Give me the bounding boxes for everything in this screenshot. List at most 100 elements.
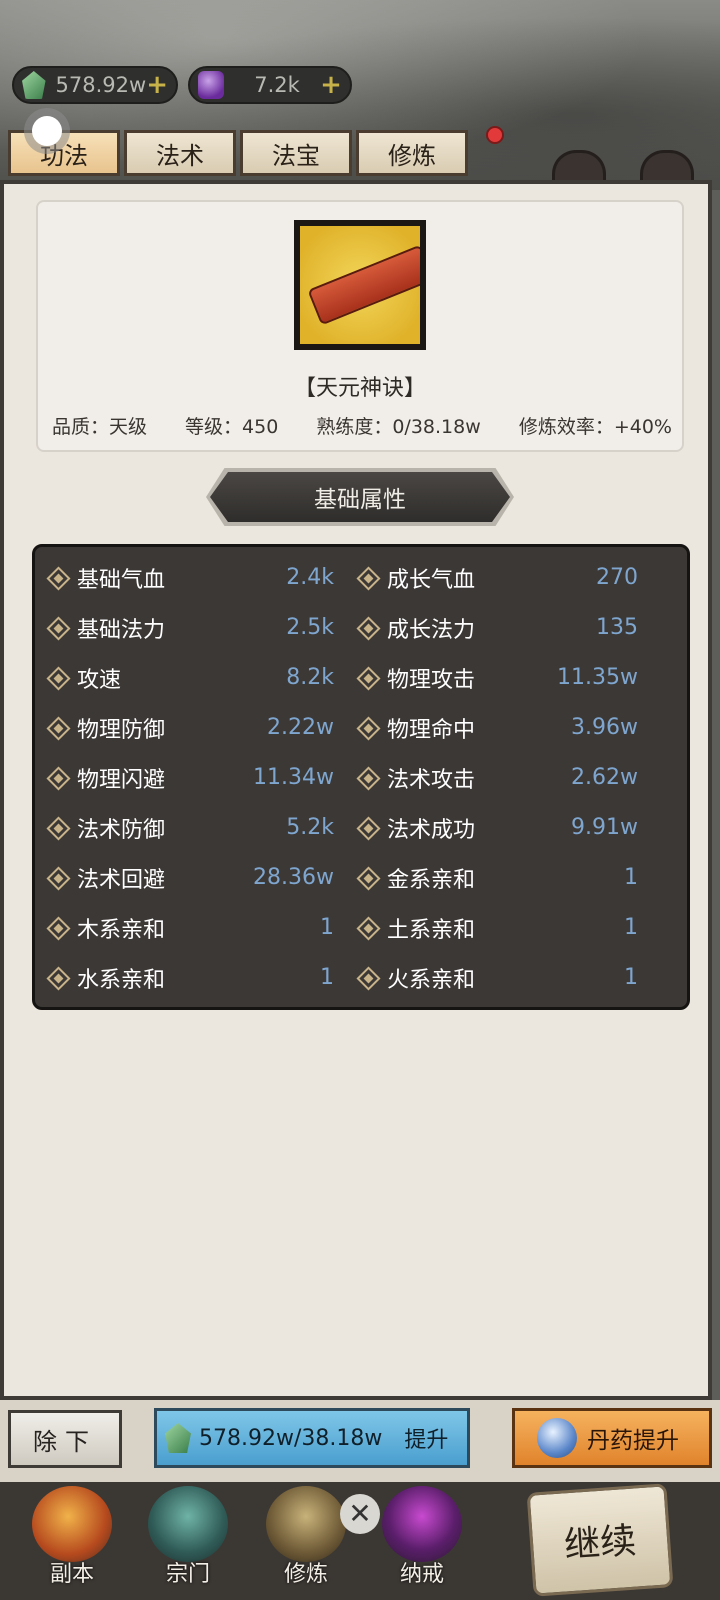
attribute-label: 成长法力 bbox=[387, 618, 476, 643]
technique-scroll-icon[interactable] bbox=[294, 220, 426, 350]
attribute-right: 物理攻击 bbox=[356, 660, 475, 696]
attribute-right: 土系亲和 bbox=[356, 910, 475, 946]
diamond-icon bbox=[356, 665, 381, 691]
tab-gongfa[interactable]: 功法 bbox=[8, 130, 120, 176]
attribute-value: 3.96w bbox=[571, 715, 638, 740]
globe-pill-icon bbox=[537, 1418, 577, 1458]
attribute-left: 法术防御 bbox=[46, 810, 165, 846]
jade-currency[interactable]: 578.92w + bbox=[12, 66, 178, 104]
attribute-left: 水系亲和 bbox=[46, 960, 165, 996]
attribute-value: 2.4k bbox=[286, 565, 334, 590]
nav-dungeon[interactable]: 副本 bbox=[22, 1486, 122, 1592]
diamond-icon bbox=[356, 815, 381, 841]
attribute-label: 法术回避 bbox=[77, 868, 166, 893]
purple-gem-icon bbox=[198, 71, 224, 99]
tab-bar: 功法 法术 法宝 修炼 bbox=[8, 130, 468, 176]
diamond-icon bbox=[356, 565, 381, 591]
pill-upgrade-label: 丹药提升 bbox=[587, 1428, 679, 1454]
diamond-icon bbox=[46, 615, 71, 641]
attribute-left: 物理闪避 bbox=[46, 760, 165, 796]
attribute-left: 基础法力 bbox=[46, 610, 165, 646]
jade-icon bbox=[165, 1423, 191, 1453]
section-title: 基础属性 bbox=[210, 472, 510, 522]
diamond-icon bbox=[46, 915, 71, 941]
attribute-label: 物理闪避 bbox=[77, 768, 166, 793]
attribute-right: 金系亲和 bbox=[356, 860, 475, 896]
attribute-label: 水系亲和 bbox=[77, 968, 166, 993]
attribute-left: 法术回避 bbox=[46, 860, 165, 896]
upgrade-cost: 578.92w/38.18w bbox=[199, 1425, 383, 1451]
tab-xiulian[interactable]: 修炼 bbox=[356, 130, 468, 176]
attribute-row: 法术回避 28.36w 金系亲和 1 bbox=[32, 860, 690, 896]
upgrade-label: 提升 bbox=[404, 1428, 449, 1453]
attribute-value: 1 bbox=[624, 915, 638, 940]
attribute-row: 法术防御 5.2k 法术成功 9.91w bbox=[32, 810, 690, 846]
attribute-right: 成长气血 bbox=[356, 560, 475, 596]
upgrade-button[interactable]: 578.92w/38.18w 提升 bbox=[154, 1408, 470, 1468]
item-level: 等级：450 bbox=[185, 416, 279, 438]
cultivate-icon bbox=[266, 1486, 346, 1562]
dungeon-icon bbox=[32, 1486, 112, 1562]
attribute-label: 火系亲和 bbox=[387, 968, 476, 993]
attribute-right: 法术成功 bbox=[356, 810, 475, 846]
tab-fabao[interactable]: 法宝 bbox=[240, 130, 352, 176]
diamond-icon bbox=[46, 565, 71, 591]
attribute-label: 攻速 bbox=[77, 668, 122, 693]
diamond-icon bbox=[356, 765, 381, 791]
diamond-icon bbox=[46, 815, 71, 841]
tab-fashu[interactable]: 法术 bbox=[124, 130, 236, 176]
attribute-value: 11.34w bbox=[253, 765, 334, 790]
attribute-row: 物理闪避 11.34w 法术攻击 2.62w bbox=[32, 760, 690, 796]
attribute-value: 2.5k bbox=[286, 615, 334, 640]
diamond-icon bbox=[46, 715, 71, 741]
attribute-value: 1 bbox=[320, 965, 334, 990]
nav-sect-label: 宗门 bbox=[165, 1562, 210, 1587]
attribute-label: 土系亲和 bbox=[387, 918, 476, 943]
attribute-row: 水系亲和 1 火系亲和 1 bbox=[32, 960, 690, 996]
gem-amount: 7.2k bbox=[254, 73, 300, 97]
diamond-icon bbox=[46, 765, 71, 791]
attribute-right: 成长法力 bbox=[356, 610, 475, 646]
attribute-value: 5.2k bbox=[286, 815, 334, 840]
nav-cultivate-label: 修炼 bbox=[283, 1562, 328, 1587]
attribute-left: 物理防御 bbox=[46, 710, 165, 746]
item-quality: 品质：天级 bbox=[52, 416, 148, 438]
diamond-icon bbox=[356, 615, 381, 641]
nav-ring[interactable]: 纳戒 bbox=[372, 1486, 472, 1592]
attribute-value: 1 bbox=[320, 915, 334, 940]
attribute-label: 物理命中 bbox=[387, 718, 476, 743]
diamond-icon bbox=[356, 965, 381, 991]
item-proficiency: 熟练度：0/38.18w bbox=[316, 416, 481, 438]
attribute-left: 攻速 bbox=[46, 660, 121, 696]
attribute-value: 28.36w bbox=[253, 865, 334, 890]
attribute-label: 基础气血 bbox=[77, 568, 166, 593]
attribute-value: 270 bbox=[596, 565, 638, 590]
gem-currency[interactable]: 7.2k + bbox=[188, 66, 352, 104]
item-stats: 品质：天级 等级：450 熟练度：0/38.18w 修炼效率：+40% bbox=[52, 412, 672, 439]
attribute-right: 物理命中 bbox=[356, 710, 475, 746]
attribute-row: 物理防御 2.22w 物理命中 3.96w bbox=[32, 710, 690, 746]
attribute-label: 基础法力 bbox=[77, 618, 166, 643]
attribute-value: 2.62w bbox=[571, 765, 638, 790]
nav-sect[interactable]: 宗门 bbox=[138, 1486, 238, 1592]
attribute-right: 法术攻击 bbox=[356, 760, 475, 796]
attribute-row: 木系亲和 1 土系亲和 1 bbox=[32, 910, 690, 946]
sect-icon bbox=[148, 1486, 228, 1562]
add-jade-icon[interactable]: + bbox=[146, 72, 168, 98]
attribute-label: 法术防御 bbox=[77, 818, 166, 843]
diamond-icon bbox=[356, 915, 381, 941]
diamond-icon bbox=[46, 865, 71, 891]
attribute-value: 1 bbox=[624, 865, 638, 890]
diamond-icon bbox=[46, 665, 71, 691]
attribute-value: 1 bbox=[624, 965, 638, 990]
nav-dungeon-label: 副本 bbox=[49, 1562, 94, 1587]
remove-button[interactable]: 除下 bbox=[8, 1410, 122, 1468]
pill-upgrade-button[interactable]: 丹药提升 bbox=[512, 1408, 712, 1468]
attribute-left: 基础气血 bbox=[46, 560, 165, 596]
add-gem-icon[interactable]: + bbox=[320, 72, 342, 98]
attribute-left: 木系亲和 bbox=[46, 910, 165, 946]
continue-button[interactable]: 继续 bbox=[526, 1483, 674, 1597]
nav-cultivate[interactable]: 修炼 bbox=[256, 1486, 356, 1592]
ring-icon bbox=[382, 1486, 462, 1562]
attribute-label: 法术攻击 bbox=[387, 768, 476, 793]
